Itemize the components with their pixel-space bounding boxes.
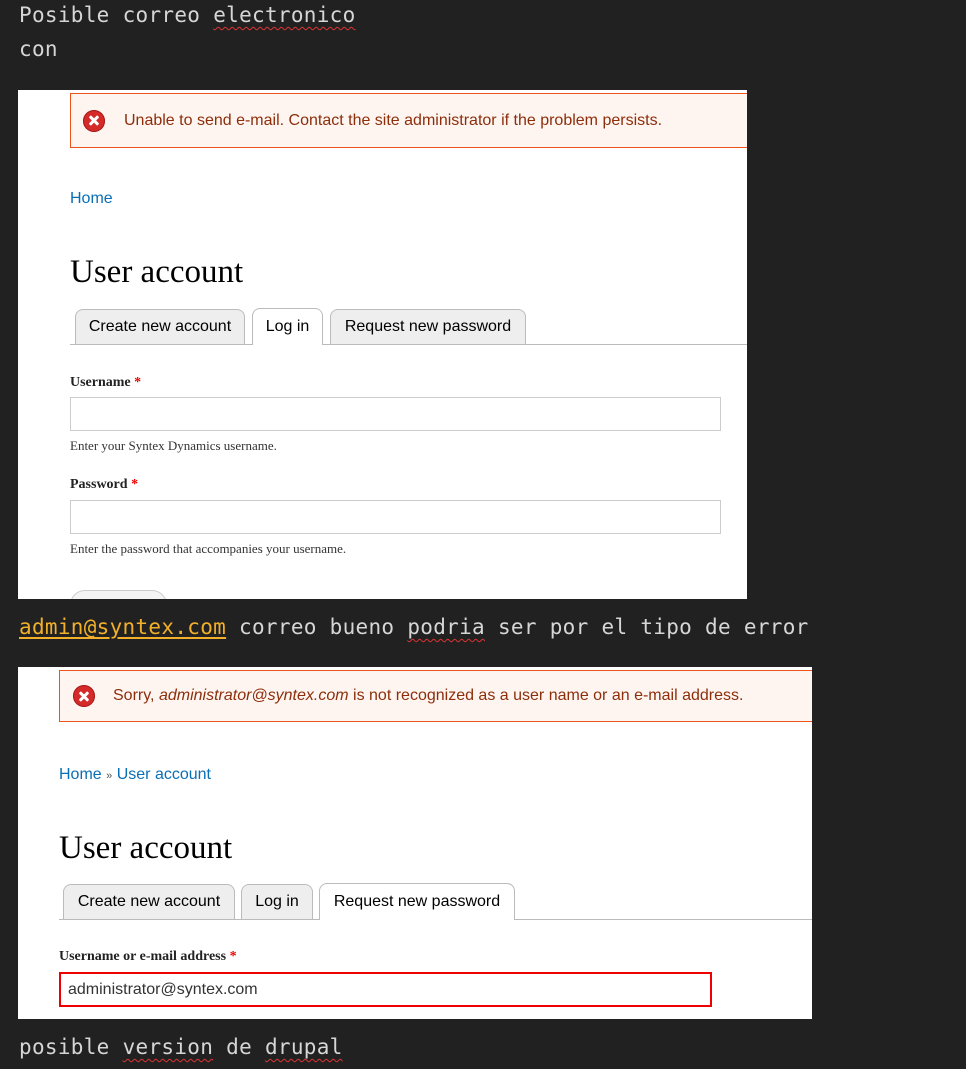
tabs-divider (70, 344, 747, 345)
username-help: Enter your Syntex Dynamics username. (70, 438, 277, 453)
breadcrumb: Home (70, 190, 113, 208)
required-marker: * (134, 375, 142, 390)
error-text: Sorry, administrator@syntex.com is not r… (113, 687, 743, 705)
error-message: Unable to send e-mail. Contact the site … (70, 93, 747, 148)
identifier-label: Username or e-mail address * (59, 949, 237, 965)
page-title: User account (59, 830, 233, 866)
note-line-1: Posible correo electronico (19, 2, 356, 28)
note-word: correo bueno (239, 615, 395, 639)
password-input[interactable] (70, 500, 721, 534)
error-text: Unable to send e-mail. Contact the site … (124, 111, 663, 129)
tab-request-password[interactable]: Request new password (330, 309, 526, 344)
note-word: de (226, 1035, 253, 1059)
breadcrumb-home-link[interactable]: Home (70, 190, 113, 207)
breadcrumb-separator: » (106, 770, 113, 782)
note-word-misspelled: electronico (213, 3, 356, 27)
note-line-4: posible version de drupal (19, 1034, 343, 1060)
tab-create-account[interactable]: Create new account (63, 884, 235, 919)
screenshot-reset-password: Sorry, administrator@syntex.com is not r… (18, 667, 812, 1019)
tab-log-in[interactable]: Log in (241, 884, 313, 919)
note-line-3: admin@syntex.com correo bueno podria ser… (19, 614, 809, 640)
note-word: posible (19, 1035, 110, 1059)
note-word-misspelled: podria (407, 615, 485, 639)
note-word-misspelled: drupal (264, 1035, 343, 1059)
error-icon (73, 685, 95, 707)
password-label: Password * (70, 477, 138, 493)
note-word: ser por el tipo de error (497, 615, 809, 639)
password-label-text: Password (70, 477, 128, 492)
identifier-label-text: Username or e-mail address (59, 949, 227, 964)
password-help: Enter the password that accompanies your… (70, 541, 347, 556)
username-input[interactable] (70, 397, 721, 431)
error-text-prefix: Sorry, (113, 687, 159, 704)
error-text-email: administrator@syntex.com (158, 687, 349, 704)
screenshot-login: Unable to send e-mail. Contact the site … (18, 90, 747, 599)
note-word: correo (122, 3, 201, 27)
error-message: Sorry, administrator@syntex.com is not r… (59, 670, 812, 722)
username-label-text: Username (70, 375, 131, 390)
log-in-button[interactable] (70, 590, 167, 599)
required-marker: * (229, 949, 237, 964)
username-label: Username * (70, 375, 141, 391)
error-icon (83, 109, 105, 132)
required-marker: * (131, 477, 139, 492)
note-line-2: con (19, 37, 58, 61)
identifier-input[interactable]: administrator@syntex.com (59, 972, 712, 1007)
breadcrumb: Home » User account (59, 766, 211, 784)
tab-create-account[interactable]: Create new account (75, 309, 245, 344)
error-text-suffix: is not recognized as a user name or an e… (348, 687, 744, 704)
note-word: Posible (19, 3, 110, 27)
tab-request-password[interactable]: Request new password (319, 883, 515, 920)
tab-log-in[interactable]: Log in (252, 308, 323, 345)
page-title: User account (70, 254, 244, 290)
breadcrumb-current-link[interactable]: User account (117, 766, 211, 783)
email-link[interactable]: admin@syntex.com (19, 615, 226, 639)
breadcrumb-home-link[interactable]: Home (59, 766, 102, 783)
note-word-misspelled: version (122, 1035, 214, 1059)
